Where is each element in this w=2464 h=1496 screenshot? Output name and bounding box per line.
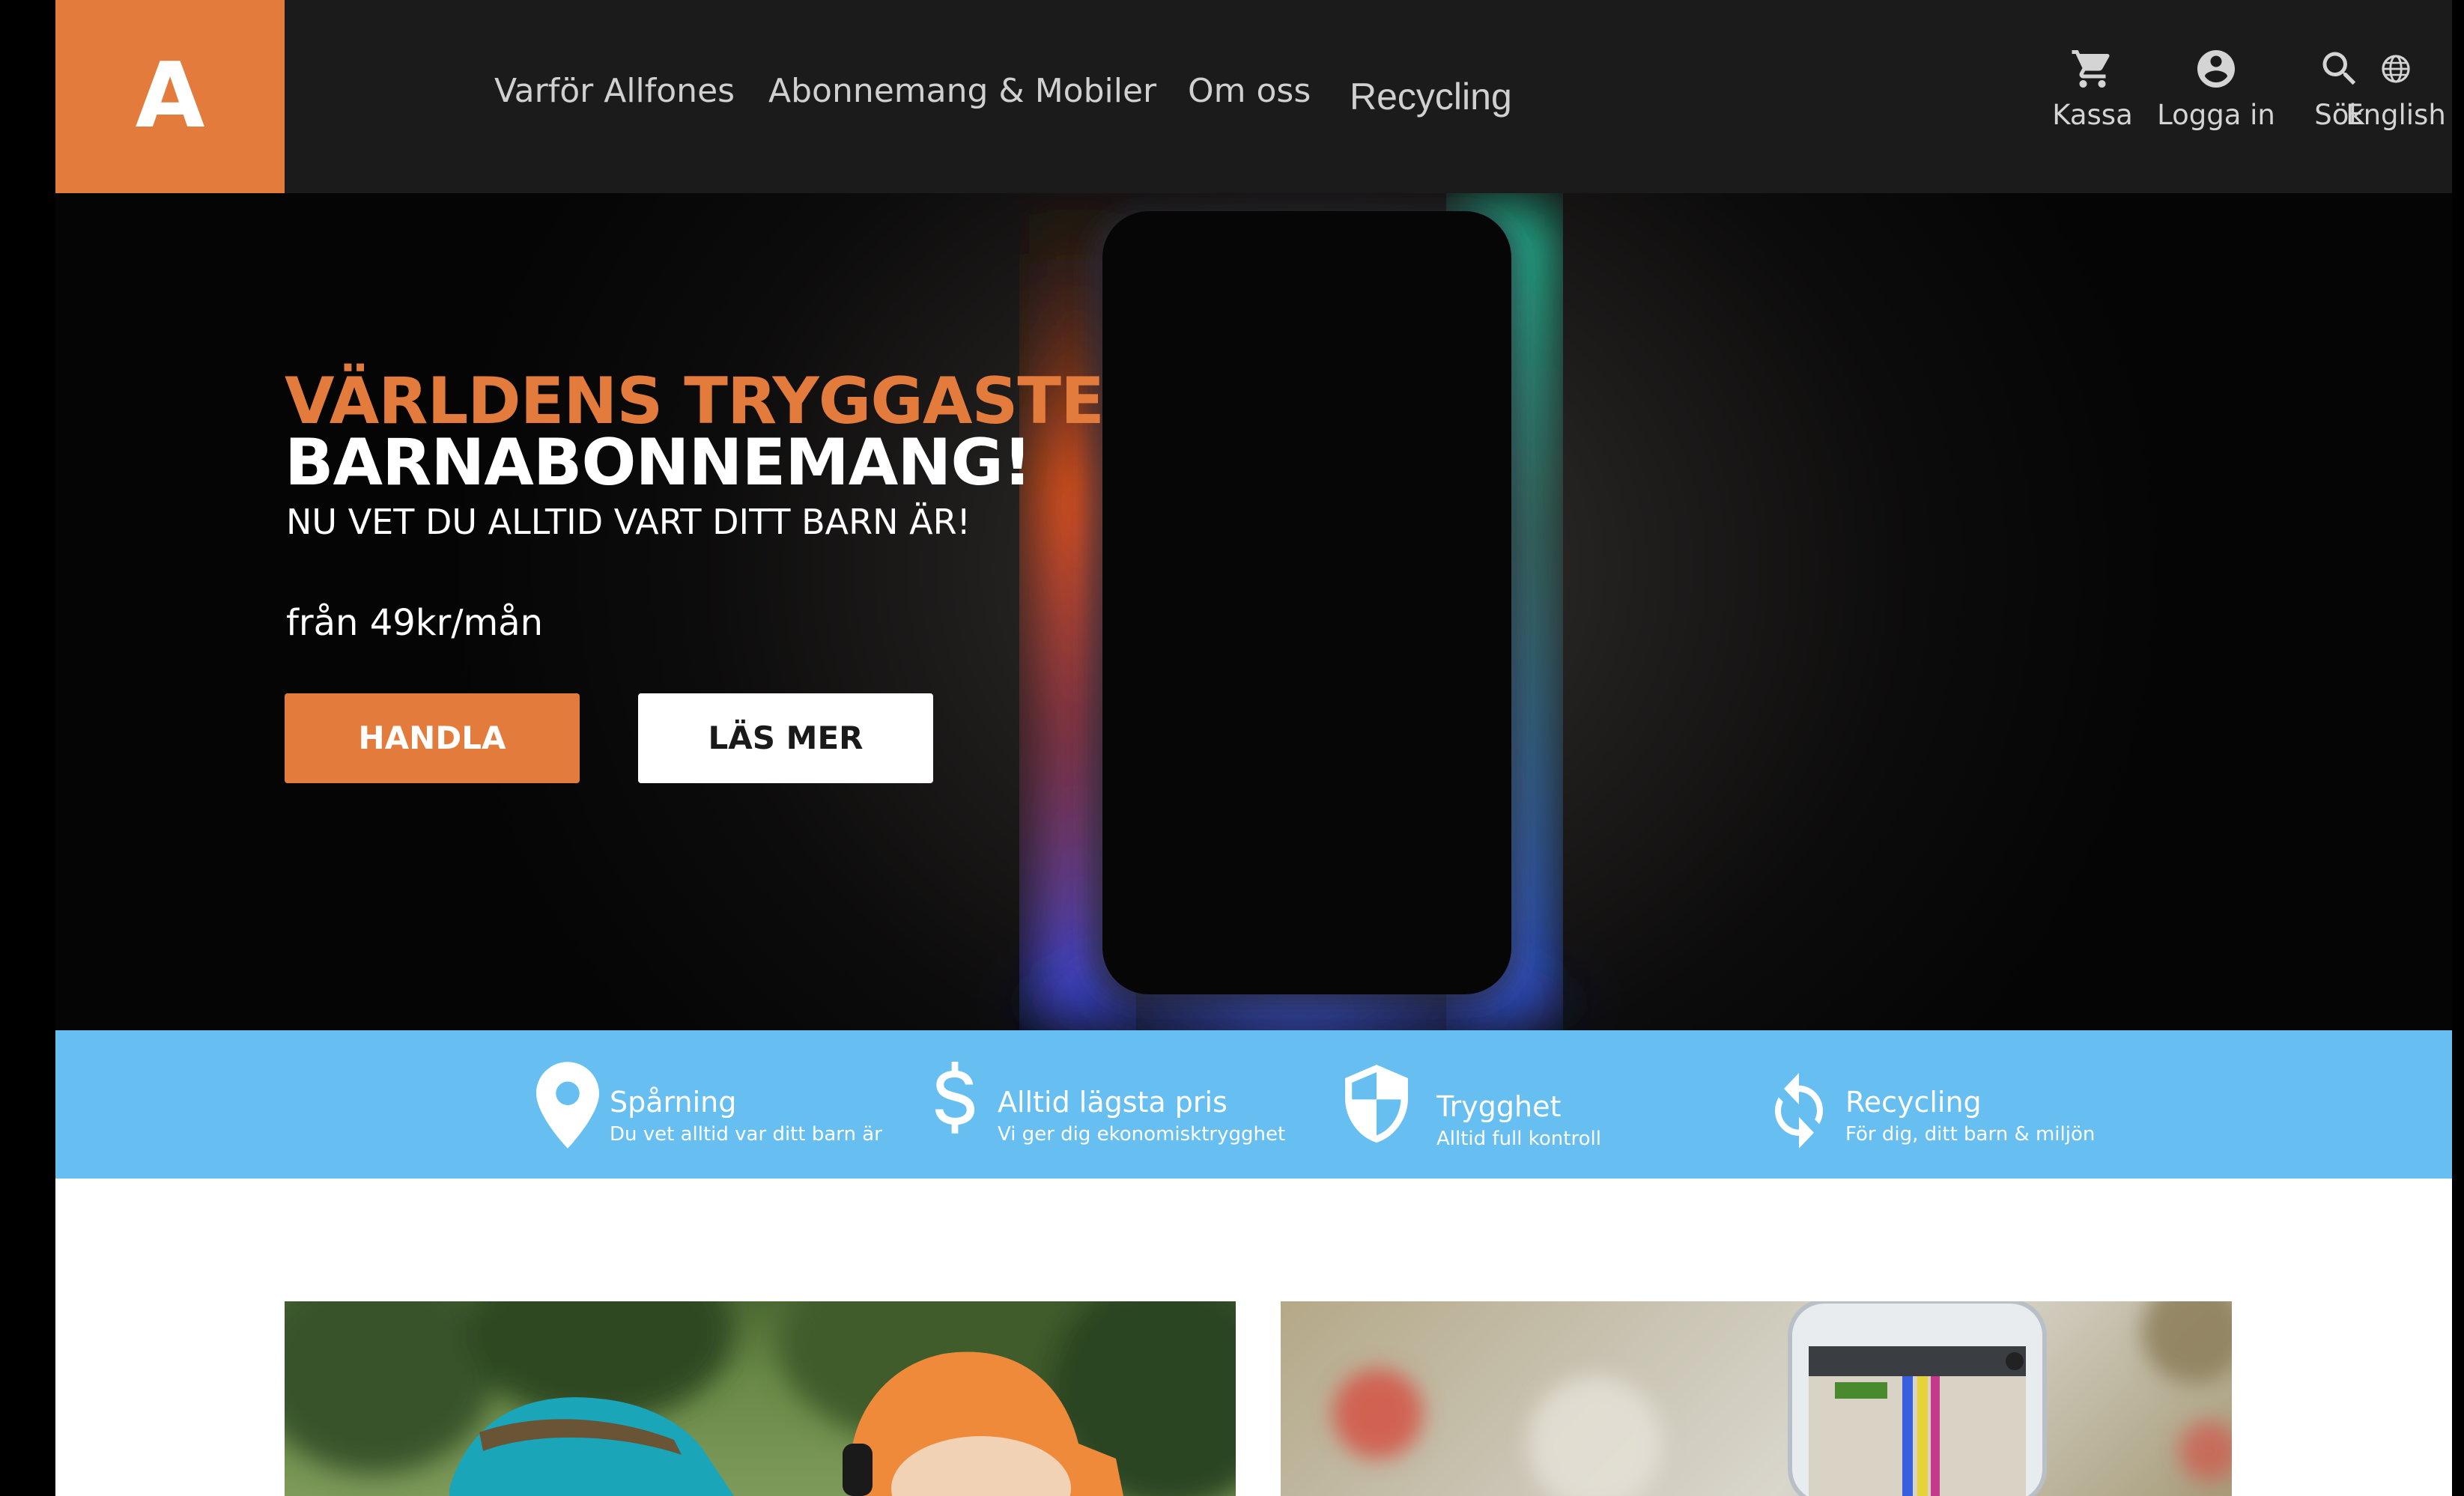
page: A Varför Allfones Abonnemang & Mobiler O… <box>55 0 2452 1496</box>
read-more-button[interactable]: LÄS MER <box>638 693 933 783</box>
hero-subtitle: NU VET DU ALLTID VART DITT BARN ÄR! <box>286 502 971 542</box>
globe-icon <box>2382 55 2410 83</box>
hero-banner: VÄRLDENS TRYGGASTE BARNABONNEMANG! NU VE… <box>55 193 2452 1030</box>
language-link[interactable]: English <box>2340 46 2452 144</box>
feature-lowest-price-title: Alltid lägsta pris <box>998 1086 1228 1119</box>
nav-item-abonnemang-mobiler[interactable]: Abonnemang & Mobiler <box>768 72 1156 110</box>
login-label: Logga in <box>2157 99 2275 131</box>
nav-item-recycling[interactable]: Recycling <box>1350 75 1512 118</box>
feature-security: Trygghet Alltid full kontroll <box>1284 1030 1673 1179</box>
feature-recycling-title: Recycling <box>1845 1086 1982 1119</box>
nav-item-om-oss[interactable]: Om oss <box>1188 72 1311 110</box>
shop-button[interactable]: HANDLA <box>285 693 580 783</box>
navigation-photo-art <box>1333 1301 2232 1496</box>
feature-security-title: Trygghet <box>1436 1090 1562 1123</box>
feature-recycling: Recycling För dig, ditt barn & miljön <box>1696 1030 2115 1179</box>
feature-tracking-title: Spårning <box>610 1086 737 1119</box>
shield-icon <box>1345 1065 1408 1143</box>
account-icon <box>2197 50 2235 88</box>
hero-price: från 49kr/mån <box>286 602 544 644</box>
site-header: A Varför Allfones Abonnemang & Mobiler O… <box>55 0 2452 193</box>
feature-lowest-price: Alltid lägsta pris Vi ger dig ekonomiskt… <box>878 1030 1297 1179</box>
nav-item-varfor-allfones[interactable]: Varför Allfones <box>494 72 735 110</box>
feature-lowest-price-subtitle: Vi ger dig ekonomisktrygghet <box>998 1123 1286 1146</box>
checkout-label: Kassa <box>2052 99 2133 131</box>
children-with-hats-photo[interactable] <box>285 1301 1236 1496</box>
feature-recycling-subtitle: För dig, ditt barn & miljön <box>1845 1123 2096 1146</box>
feature-tracking-subtitle: Du vet alltid var ditt barn är <box>610 1123 882 1146</box>
recycle-icon <box>1775 1073 1823 1149</box>
feature-tracking: Spårning Du vet alltid var ditt barn är <box>482 1030 882 1179</box>
phone-navigation-photo[interactable] <box>1281 1301 2232 1496</box>
dollar-icon <box>935 1062 975 1134</box>
logo[interactable]: A <box>55 0 285 193</box>
language-label: English <box>2346 99 2446 131</box>
cart-icon <box>2072 50 2110 88</box>
checkout-link[interactable]: Kassa <box>2040 46 2145 144</box>
login-link[interactable]: Logga in <box>2152 46 2280 144</box>
location-pin-icon <box>536 1062 599 1149</box>
hero-title-line2: BARNABONNEMANG! <box>285 425 1032 500</box>
feature-strip: Spårning Du vet alltid var ditt barn är … <box>55 1030 2452 1179</box>
children-photo-art <box>285 1301 1236 1496</box>
feature-security-subtitle: Alltid full kontroll <box>1436 1128 1601 1150</box>
